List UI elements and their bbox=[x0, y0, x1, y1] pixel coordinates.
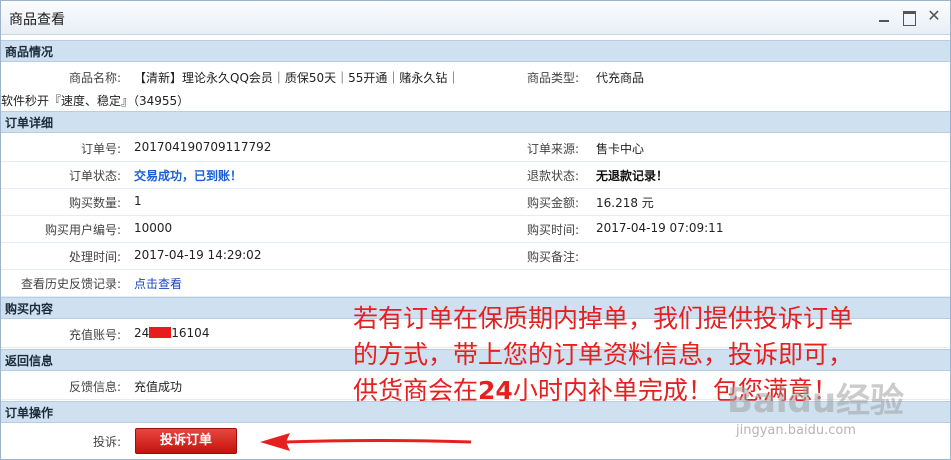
product-type-label: 商品类型: bbox=[526, 71, 579, 85]
order-status-value: 交易成功，已到账！ bbox=[134, 169, 243, 183]
order-number-label: 订单号: bbox=[80, 142, 121, 156]
section-order: 订单详细 bbox=[1, 111, 950, 133]
view-history-link[interactable]: 点击查看 bbox=[134, 275, 182, 292]
order-status-label: 订单状态: bbox=[68, 169, 121, 183]
amount-value: 16.218 元 bbox=[596, 196, 654, 210]
section-product: 商品情况 bbox=[1, 40, 950, 62]
purchase-note-label: 购买备注: bbox=[526, 250, 579, 264]
account-suffix: 16104 bbox=[171, 326, 210, 340]
order-row: 购买用户编号: 10000 购买时间: 2017-04-19 07:09:11 bbox=[1, 215, 950, 243]
minimize-icon[interactable] bbox=[877, 10, 891, 24]
annotation-line1: 若有订单在保质期内掉单，我们提供投诉订单 bbox=[353, 304, 854, 333]
redaction-mark bbox=[149, 327, 172, 338]
history-label: 查看历史反馈记录: bbox=[20, 277, 121, 291]
user-id-value: 10000 bbox=[134, 221, 173, 235]
product-view-window: 商品查看 ✕ 商品情况 商品名称: 【清新】理论永久QQ会员｜质保50天｜55开… bbox=[0, 0, 951, 460]
annotation-line3-b: 24 bbox=[478, 376, 513, 405]
maximize-icon[interactable] bbox=[903, 11, 916, 26]
complaint-button[interactable]: 投诉订单 bbox=[135, 428, 237, 454]
quantity-value: 1 bbox=[134, 194, 142, 208]
process-time-value: 2017-04-19 14:29:02 bbox=[134, 248, 262, 262]
quantity-label: 购买数量: bbox=[68, 196, 121, 210]
process-time-label: 处理时间: bbox=[68, 250, 121, 264]
window-title: 商品查看 bbox=[9, 12, 65, 28]
account-label: 充值账号: bbox=[68, 328, 121, 342]
order-row: 购买数量: 1 购买金额: 16.218 元 bbox=[1, 188, 950, 216]
feedback-label: 反馈信息: bbox=[68, 380, 121, 394]
account-value: 24 16104 bbox=[134, 326, 209, 340]
purchase-time-label: 购买时间: bbox=[526, 223, 579, 237]
order-row: 处理时间: 2017-04-19 14:29:02 购买备注: bbox=[1, 242, 950, 270]
order-source-label: 订单来源: bbox=[526, 142, 579, 156]
annotation-line3-a: 供货商会在 bbox=[353, 376, 479, 405]
purchase-time-value: 2017-04-19 07:09:11 bbox=[596, 221, 724, 235]
baidu-watermark: Baidu经验 bbox=[727, 381, 905, 421]
refund-status-value: 无退款记录！ bbox=[596, 169, 669, 183]
title-bar: 商品查看 ✕ bbox=[1, 1, 950, 35]
product-name-line1: 【清新】理论永久QQ会员｜质保50天｜55开通｜赌永久钻｜ bbox=[134, 71, 460, 85]
feedback-value: 充值成功 bbox=[134, 380, 183, 394]
product-name-line2: 软件秒开『速度、稳定』（34955） bbox=[1, 94, 190, 108]
order-row: 订单号: 201704190709117792 订单来源: 售卡中心 bbox=[1, 134, 950, 162]
close-icon[interactable]: ✕ bbox=[927, 8, 941, 24]
watermark-url: jingyan.baidu.com bbox=[736, 423, 856, 438]
product-name-label: 商品名称: bbox=[68, 71, 121, 85]
history-row: 查看历史反馈记录: 点击查看 bbox=[1, 269, 950, 297]
arrow-annotation bbox=[260, 433, 472, 451]
account-prefix: 24 bbox=[134, 326, 150, 340]
amount-label: 购买金额: bbox=[526, 196, 579, 210]
product-type-value: 代充商品 bbox=[596, 71, 645, 85]
order-source-value: 售卡中心 bbox=[596, 142, 645, 156]
annotation-line2: 的方式，带上您的订单资料信息，投诉即可， bbox=[353, 340, 854, 369]
product-row: 商品名称: 【清新】理论永久QQ会员｜质保50天｜55开通｜赌永久钻｜ 软件秒开… bbox=[1, 63, 950, 112]
order-number-value: 201704190709117792 bbox=[134, 140, 272, 154]
refund-status-label: 退款状态: bbox=[526, 169, 579, 183]
complaint-label: 投诉: bbox=[92, 435, 121, 449]
order-row: 订单状态: 交易成功，已到账！ 退款状态: 无退款记录！ bbox=[1, 161, 950, 189]
user-id-label: 购买用户编号: bbox=[44, 223, 121, 237]
